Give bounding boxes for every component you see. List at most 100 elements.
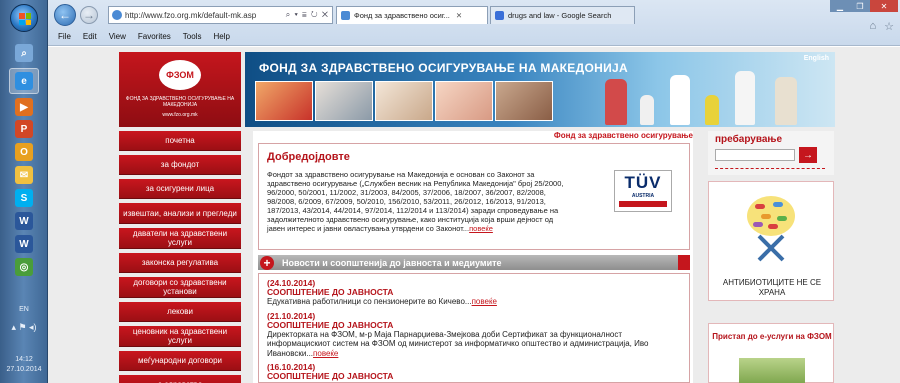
powerpoint-icon: P	[15, 120, 33, 138]
news-item: (21.10.2014) СООПШТЕНИЕ ДО ЈАВНОСТА Дире…	[267, 311, 681, 359]
chrome-icon: ◎	[15, 258, 33, 276]
nav-legislation[interactable]: законска регулатива	[119, 253, 241, 273]
news-category[interactable]: СООПШТЕНИЕ ДО ЈАВНОСТА	[267, 372, 681, 381]
news-item: (16.10.2014) СООПШТЕНИЕ ДО ЈАВНОСТА	[267, 363, 681, 381]
banner-photo-doctor	[315, 81, 373, 121]
fzo-logo-emblem: ФЗОМ	[159, 60, 201, 90]
start-button[interactable]	[10, 4, 38, 32]
taskbar-app-chrome[interactable]: ◎	[9, 254, 39, 280]
english-link[interactable]: English	[804, 55, 829, 62]
tab-fzo[interactable]: Фонд за здравствено осиг... ✕	[336, 6, 488, 24]
news-more-link[interactable]: повеќе	[313, 349, 338, 358]
nav-reports[interactable]: извештаи, анализи и прегледи	[119, 203, 241, 224]
menu-help[interactable]: Help	[213, 32, 229, 41]
nav-ehealth[interactable]: е-здравство	[119, 375, 241, 383]
right-column: пребарување → АНТИБИОТИЦИТЕ НЕ СЕ ХРАНА …	[708, 131, 834, 383]
language-indicator[interactable]: EN	[0, 306, 48, 313]
back-arrow-icon: ←	[59, 8, 71, 22]
tuv-certificate-badge[interactable]: TÜV AUSTRIA	[614, 170, 672, 212]
news-section-title: Новости и соопштенија до јавноста и меди…	[282, 257, 502, 268]
word-icon: W	[15, 212, 33, 230]
search-go-button[interactable]: →	[799, 147, 817, 163]
nav-medicines[interactable]: лекови	[119, 302, 241, 322]
browser-chrome: ← → http://www.fzo.org.mk/default-mk.asp…	[48, 0, 900, 46]
welcome-text: Фондот за здравствено осигурување на Мак…	[267, 170, 564, 233]
logo-url: www.fzo.org.mk	[162, 112, 198, 118]
address-bar[interactable]: http://www.fzo.org.mk/default-mk.asp ⌕ ▾…	[108, 6, 333, 24]
news-cross-icon: +	[260, 255, 274, 270]
eservices-text: Пристап до е-услуги на ФЗОМ	[712, 332, 832, 341]
fzo-site: ФЗОМ ФОНД ЗА ЗДРАВСТВЕНО ОСИГУРУВАЊЕ НА …	[119, 47, 840, 383]
url-text[interactable]: http://www.fzo.org.mk/default-mk.asp	[125, 11, 286, 20]
search-label: пребарување	[715, 134, 783, 145]
eservices-banner[interactable]: Пристап до е-услуги на ФЗОМ	[708, 323, 834, 383]
scrolling-marquee: Фонд за здравствено осигурување	[553, 131, 693, 140]
taskbar-app-internet-explorer[interactable]: e	[9, 68, 39, 94]
antibiotic-text: АНТИБИОТИЦИТЕ НЕ СЕ ХРАНА	[722, 278, 822, 297]
close-tab-icon[interactable]: ✕	[456, 11, 462, 20]
windows-taskbar: ⌕ e ▶ P O ✉ S W W ◎ EN ▴ ⚑ ◂) 14:12 27.10.2014	[0, 0, 48, 383]
page-icon	[112, 10, 122, 20]
site-search: пребарување →	[708, 131, 834, 175]
fzo-logo[interactable]: ФЗОМ ФОНД ЗА ЗДРАВСТВЕНО ОСИГУРУВАЊЕ НА …	[119, 52, 241, 127]
news-item: (24.10.2014) СООПШТЕНИЕ ДО ЈАВНОСТА Едук…	[267, 279, 681, 307]
menu-favorites[interactable]: Favorites	[138, 32, 171, 41]
address-actions[interactable]: ⌕ ▾ ≣ ↻ ✕	[286, 10, 332, 20]
menu-view[interactable]: View	[109, 32, 126, 41]
banner-photo-family	[255, 81, 313, 121]
home-icon[interactable]: ⌂	[869, 20, 876, 33]
news-list: (24.10.2014) СООПШТЕНИЕ ДО ЈАВНОСТА Едук…	[258, 273, 690, 383]
nav-international[interactable]: меѓународни договори	[119, 351, 241, 371]
nav-about-fund[interactable]: за фондот	[119, 155, 241, 175]
skype-icon: S	[15, 189, 33, 207]
maximize-button[interactable]: ❐	[850, 0, 870, 12]
news-text: Директорката на ФЗОМ, м-р Маја Парнарџие…	[267, 329, 649, 358]
banner-photo-baby	[435, 81, 493, 121]
antibiotic-campaign-banner[interactable]: АНТИБИОТИЦИТЕ НЕ СЕ ХРАНА	[708, 181, 834, 301]
menu-file[interactable]: File	[58, 32, 71, 41]
news-category[interactable]: СООПШТЕНИЕ ДО ЈАВНОСТА	[267, 288, 681, 297]
nav-insured-persons[interactable]: за осигурени лица	[119, 179, 241, 199]
back-button[interactable]: ←	[54, 4, 76, 26]
banner-photo-elderly	[495, 81, 553, 121]
menu-edit[interactable]: Edit	[83, 32, 97, 41]
minimize-button[interactable]: ▁	[830, 0, 850, 12]
welcome-box: Добредојдовте Фондот за здравствено осиг…	[258, 143, 690, 250]
windows-logo-icon	[19, 13, 31, 25]
banner-family-image	[585, 67, 825, 125]
tab-google-search[interactable]: drugs and law - Google Search	[490, 6, 635, 24]
news-category[interactable]: СООПШТЕНИЕ ДО ЈАВНОСТА	[267, 320, 681, 330]
search-input[interactable]	[715, 149, 795, 161]
search-icon: ⌕	[15, 44, 33, 62]
eservices-image	[739, 358, 805, 383]
menu-tools[interactable]: Tools	[183, 32, 202, 41]
nav-providers[interactable]: даватели на здравствени услуги	[119, 228, 241, 249]
site-banner: ФОНД ЗА ЗДРАВСТВЕНО ОСИГУРУВАЊЕ НА МАКЕД…	[245, 52, 835, 127]
nav-contracts[interactable]: договори со здравствени установи	[119, 277, 241, 298]
taskbar-app-search[interactable]: ⌕	[9, 40, 39, 66]
browser-right-icons: ⌂ ☆	[869, 20, 894, 33]
search-divider	[715, 168, 825, 169]
google-tab-icon	[495, 11, 504, 20]
ie-tab-icon	[341, 11, 350, 20]
banner-title: ФОНД ЗА ЗДРАВСТВЕНО ОСИГУРУВАЊЕ НА МАКЕД…	[259, 61, 628, 75]
window-controls: ▁ ❐ ✕	[830, 0, 898, 12]
news-more-link[interactable]: повеќе	[472, 297, 497, 306]
tab-label: Фонд за здравствено осиг...	[354, 11, 450, 20]
menu-bar: File Edit View Favorites Tools Help	[48, 28, 230, 44]
clock-date[interactable]: 27.10.2014	[0, 366, 48, 373]
arrow-right-icon: →	[803, 149, 813, 161]
clock-time[interactable]: 14:12	[0, 356, 48, 363]
forward-button[interactable]: →	[80, 6, 98, 24]
favorites-star-icon[interactable]: ☆	[884, 20, 894, 33]
tab-label: drugs and law - Google Search	[508, 11, 612, 20]
main-content: Фонд за здравствено осигурување Добредој…	[253, 131, 693, 383]
nav-home[interactable]: почетна	[119, 131, 241, 151]
welcome-more-link[interactable]: повеќе	[469, 224, 493, 233]
tray-icons[interactable]: ▴ ⚑ ◂)	[0, 322, 48, 333]
outlook-icon: O	[15, 143, 33, 161]
nav-price-list[interactable]: ценовник на здравствени услуги	[119, 326, 241, 347]
media-player-icon: ▶	[15, 98, 33, 116]
close-window-button[interactable]: ✕	[870, 0, 898, 12]
web-page: ФЗОМ ФОНД ЗА ЗДРАВСТВЕНО ОСИГУРУВАЊЕ НА …	[48, 47, 900, 383]
